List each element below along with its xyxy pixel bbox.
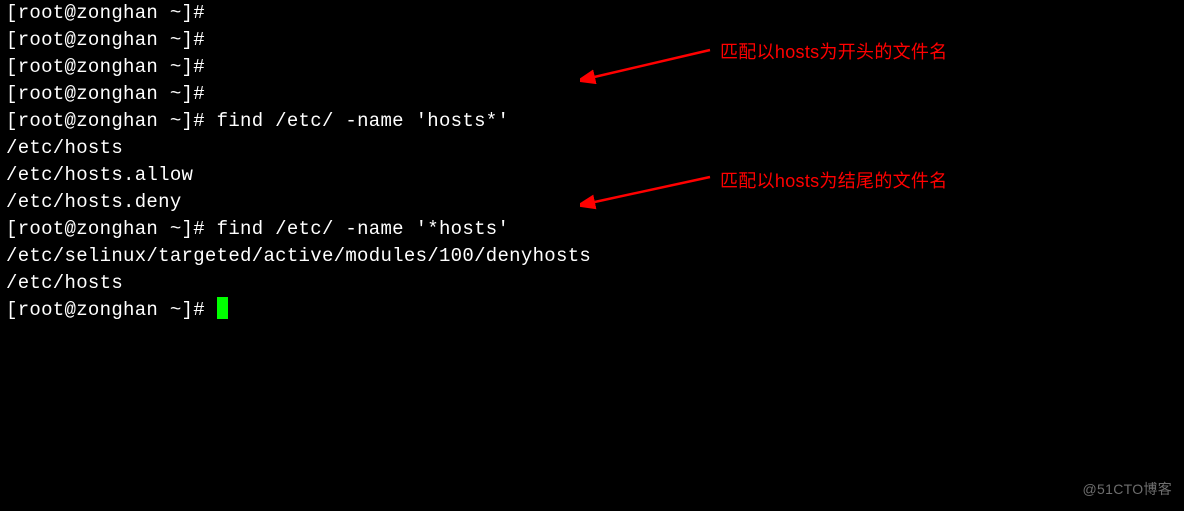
prompt-line-partial: [root@zonghan ~]# [6, 0, 1178, 27]
output-line: /etc/hosts [6, 270, 1178, 297]
output-line: /etc/hosts [6, 135, 1178, 162]
annotation-ends-with: 匹配以hosts为结尾的文件名 [720, 168, 948, 195]
command-text: find /etc/ -name '*hosts' [217, 218, 510, 240]
prompt: [root@zonghan ~]# [6, 110, 217, 132]
arrow-icon [580, 173, 720, 213]
command-text: find /etc/ -name 'hosts*' [217, 110, 510, 132]
cursor [217, 297, 228, 319]
command-line-1: [root@zonghan ~]# find /etc/ -name 'host… [6, 108, 1178, 135]
final-prompt-line: [root@zonghan ~]# [6, 297, 1178, 324]
output-line: /etc/selinux/targeted/active/modules/100… [6, 243, 1178, 270]
annotation-starts-with: 匹配以hosts为开头的文件名 [720, 39, 948, 66]
prompt: [root@zonghan ~]# [6, 299, 217, 321]
prompt: [root@zonghan ~]# [6, 218, 217, 240]
arrow-icon [580, 46, 720, 86]
watermark: @51CTO博客 [1083, 476, 1172, 503]
command-line-2: [root@zonghan ~]# find /etc/ -name '*hos… [6, 216, 1178, 243]
